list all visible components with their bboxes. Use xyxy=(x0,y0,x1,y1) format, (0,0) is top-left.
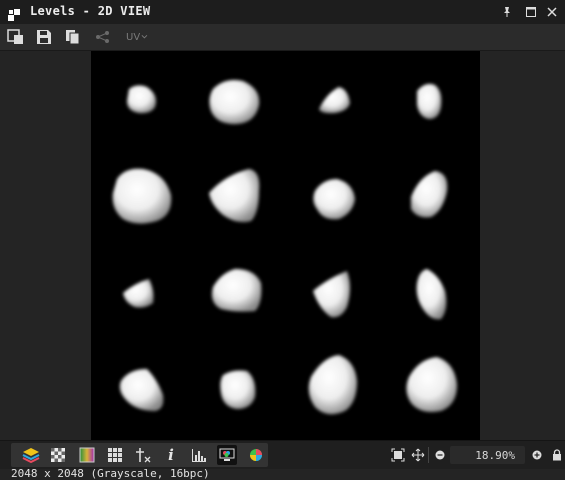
bottom-toolbar: i 18.90% xyxy=(0,440,565,469)
grid-icon[interactable] xyxy=(105,445,125,465)
blob-shape xyxy=(112,168,172,224)
uv-label: UV xyxy=(126,31,141,43)
blob-shape xyxy=(127,85,156,114)
blob-shape xyxy=(220,370,256,409)
blob-shape xyxy=(209,80,260,125)
histogram-icon[interactable] xyxy=(189,445,209,465)
transform-icon[interactable] xyxy=(133,445,153,465)
blob-shape xyxy=(119,369,164,411)
export-icon[interactable] xyxy=(7,28,25,46)
lock-icon[interactable] xyxy=(547,445,565,465)
zoom-out-icon[interactable] xyxy=(430,445,450,465)
color-wheel-icon[interactable] xyxy=(246,445,266,465)
separator xyxy=(428,447,429,463)
viewport[interactable]: 2048 x 2048 (Grayscale, 16bpc) xyxy=(0,51,565,480)
blob-shape xyxy=(406,357,457,412)
color-gradient-icon[interactable] xyxy=(77,445,97,465)
texture-preview xyxy=(112,80,457,415)
maximize-icon[interactable] xyxy=(523,4,539,20)
blob-shape xyxy=(123,279,154,308)
graph-icon[interactable] xyxy=(95,28,111,46)
toolbar: UV xyxy=(0,24,565,51)
close-icon[interactable] xyxy=(544,4,560,20)
layers-icon[interactable] xyxy=(21,445,41,465)
display-color-icon[interactable] xyxy=(217,445,237,465)
texture-canvas[interactable] xyxy=(91,51,480,440)
window-title: Levels - 2D VIEW xyxy=(30,4,151,18)
title-bar: Levels - 2D VIEW xyxy=(0,0,565,24)
blob-shape xyxy=(313,179,355,220)
app-icon xyxy=(8,6,20,21)
blob-shape xyxy=(416,269,447,320)
zoom-value: 18.90% xyxy=(475,448,515,462)
zoom-in-icon[interactable] xyxy=(527,445,547,465)
blob-shape xyxy=(411,171,448,218)
blob-shape xyxy=(209,169,260,223)
chevron-down-icon xyxy=(141,34,148,39)
checker-icon[interactable] xyxy=(48,445,68,465)
blob-shape xyxy=(212,269,262,312)
zoom-field[interactable]: 18.90% xyxy=(450,446,525,464)
blob-shape xyxy=(313,271,350,318)
blob-shape xyxy=(417,83,442,119)
pan-icon[interactable] xyxy=(408,445,428,465)
info-icon[interactable]: i xyxy=(161,445,181,465)
blob-shape xyxy=(319,87,350,114)
blob-shape xyxy=(308,355,357,415)
save-icon[interactable] xyxy=(36,28,52,46)
copy-icon[interactable] xyxy=(65,28,81,46)
pin-icon[interactable] xyxy=(499,4,515,20)
fit-view-icon[interactable] xyxy=(388,445,408,465)
uv-dropdown[interactable]: UV xyxy=(126,28,148,46)
